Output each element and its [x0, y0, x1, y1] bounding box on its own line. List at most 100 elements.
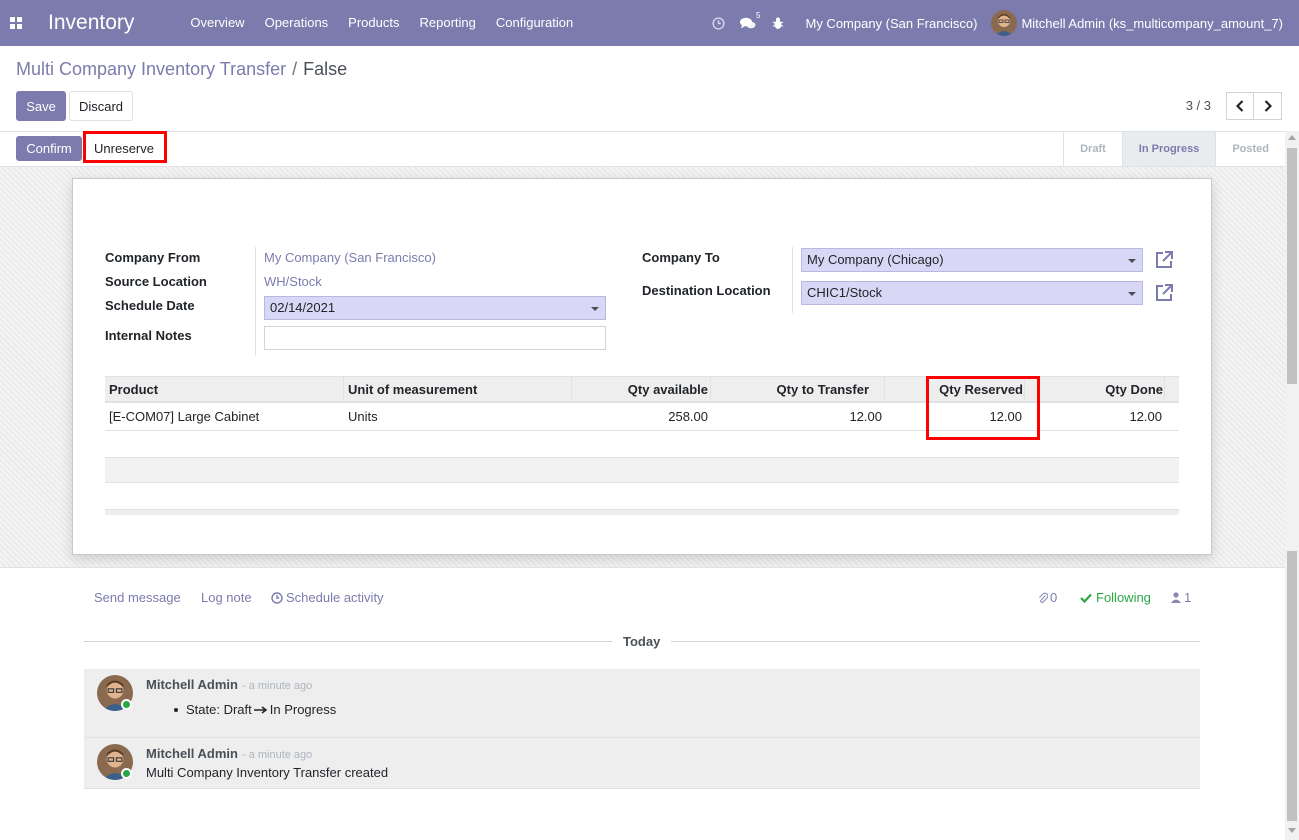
online-status-icon [121, 768, 132, 779]
menu-reporting[interactable]: Reporting [409, 0, 485, 46]
form-statusbar: Confirm Unreserve Draft In Progress Post… [0, 131, 1285, 167]
company-to-field[interactable]: My Company (Chicago) [801, 248, 1143, 272]
internal-notes-input[interactable] [264, 326, 606, 350]
company-to-value: My Company (Chicago) [807, 252, 944, 267]
schedule-date-field[interactable]: 02/14/2021 [264, 296, 606, 320]
pager-next-button[interactable] [1254, 92, 1282, 120]
message-author[interactable]: Mitchell Admin - a minute ago [146, 746, 312, 761]
chevron-right-icon [1264, 100, 1272, 112]
external-link-icon[interactable] [1154, 283, 1174, 303]
cell-qty-to-transfer: 12.00 [849, 409, 882, 424]
message-author[interactable]: Mitchell Admin - a minute ago [146, 677, 312, 692]
column-divider [884, 377, 885, 402]
column-header-qty-done[interactable]: Qty Done [1105, 377, 1163, 402]
company-from-label: Company From [105, 250, 201, 265]
tracking-to: In Progress [269, 702, 337, 717]
chatter-message: Mitchell Admin - a minute ago State: Draf… [84, 669, 1200, 738]
company-from-value[interactable]: My Company (San Francisco) [264, 250, 436, 265]
bug-icon[interactable] [763, 0, 793, 46]
pager-buttons [1226, 92, 1282, 120]
column-divider [571, 377, 572, 402]
messages-icon[interactable]: 5 [733, 0, 763, 46]
destination-location-value: CHIC1/Stock [807, 285, 883, 300]
stage-draft[interactable]: Draft [1063, 132, 1122, 166]
dropdown-caret-icon [1128, 259, 1136, 263]
followers-button[interactable]: 1 [1171, 590, 1191, 605]
schedule-date-value: 02/14/2021 [270, 300, 336, 315]
following-button[interactable]: Following [1080, 590, 1151, 605]
following-label: Following [1096, 590, 1151, 605]
breadcrumb: Multi Company Inventory Transfer / False [16, 59, 347, 80]
scrollbar-thumb[interactable] [1287, 148, 1297, 384]
column-header-qty-available[interactable]: Qty available [628, 377, 708, 402]
pager-previous-button[interactable] [1226, 92, 1254, 120]
cell-qty-available: 258.00 [668, 409, 708, 424]
schedule-activity-button[interactable]: Schedule activity [271, 590, 384, 605]
save-button[interactable]: Save [16, 91, 66, 121]
column-header-uom[interactable]: Unit of measurement [348, 377, 477, 402]
breadcrumb-parent[interactable]: Multi Company Inventory Transfer [16, 59, 286, 80]
pager-value[interactable]: 3 / 3 [1186, 98, 1211, 113]
paperclip-icon [1039, 592, 1048, 603]
external-link-icon[interactable] [1154, 250, 1174, 270]
company-to-label: Company To [642, 250, 720, 265]
cell-qty-done: 12.00 [1129, 409, 1162, 424]
author-name: Mitchell Admin [146, 677, 238, 692]
message-time: - a minute ago [241, 680, 313, 692]
qty-reserved-highlight-box [926, 376, 1040, 440]
cell-product: [E-COM07] Large Cabinet [109, 409, 260, 424]
followers-count: 1 [1184, 590, 1192, 605]
empty-table-row [105, 457, 1179, 483]
message-time: - a minute ago [241, 749, 313, 761]
source-location-value[interactable]: WH/Stock [264, 274, 322, 289]
menu-overview[interactable]: Overview [180, 0, 254, 46]
scrollbar-thumb-lower[interactable] [1287, 551, 1297, 821]
stage-posted[interactable]: Posted [1215, 132, 1285, 166]
tracking-from: State: Draft [186, 702, 252, 717]
column-divider [343, 377, 344, 402]
attachments-count: 0 [1050, 590, 1058, 605]
lines-table-footer [105, 509, 1179, 515]
online-status-icon [121, 699, 132, 710]
breadcrumb-separator: / [292, 59, 298, 79]
main-menu: Overview Operations Products Reporting C… [180, 0, 583, 46]
attachments-button[interactable]: 0 [1038, 590, 1057, 605]
messages-badge: 5 [756, 11, 761, 20]
column-divider [1164, 377, 1165, 402]
stage-in-progress[interactable]: In Progress [1121, 132, 1216, 166]
log-note-button[interactable]: Log note [201, 590, 252, 605]
scroll-up-icon[interactable] [1288, 135, 1296, 140]
status-stages: Draft In Progress Posted [1063, 132, 1285, 166]
chevron-left-icon [1236, 100, 1244, 112]
systray: 5 My Company (San Francisco) Mitchell Ad… [703, 0, 1299, 46]
chatter-divider [0, 567, 1285, 568]
menu-configuration[interactable]: Configuration [486, 0, 583, 46]
column-header-qty-to-transfer[interactable]: Qty to Transfer [777, 377, 869, 402]
schedule-activity-label: Schedule activity [286, 590, 384, 605]
dropdown-caret-icon [1128, 292, 1136, 296]
app-brand[interactable]: Inventory [48, 11, 134, 35]
bullet-icon [174, 707, 178, 712]
check-icon [1080, 593, 1092, 603]
clock-icon[interactable] [703, 0, 733, 46]
left-group-separator [255, 247, 256, 356]
message-body: Multi Company Inventory Transfer created [146, 765, 389, 780]
send-message-button[interactable]: Send message [94, 590, 181, 605]
menu-products[interactable]: Products [338, 0, 409, 46]
dropdown-caret-icon [591, 307, 599, 311]
company-switcher[interactable]: My Company (San Francisco) [793, 16, 991, 31]
scroll-down-icon[interactable] [1288, 828, 1296, 833]
column-divider [710, 377, 711, 402]
unreserve-highlight-box [83, 131, 167, 163]
schedule-date-label: Schedule Date [105, 298, 195, 313]
scrollbar[interactable] [1285, 131, 1299, 840]
destination-location-field[interactable]: CHIC1/Stock [801, 281, 1143, 305]
apps-menu-icon[interactable] [0, 0, 32, 46]
column-header-product[interactable]: Product [109, 377, 158, 402]
menu-operations[interactable]: Operations [255, 0, 339, 46]
form-sheet: Company From My Company (San Francisco) … [72, 178, 1212, 555]
discard-button[interactable]: Discard [69, 91, 133, 121]
user-menu[interactable]: Mitchell Admin (ks_multicompany_amount_7… [991, 10, 1299, 36]
user-name: Mitchell Admin (ks_multicompany_amount_7… [1021, 15, 1283, 31]
confirm-button[interactable]: Confirm [16, 136, 82, 161]
